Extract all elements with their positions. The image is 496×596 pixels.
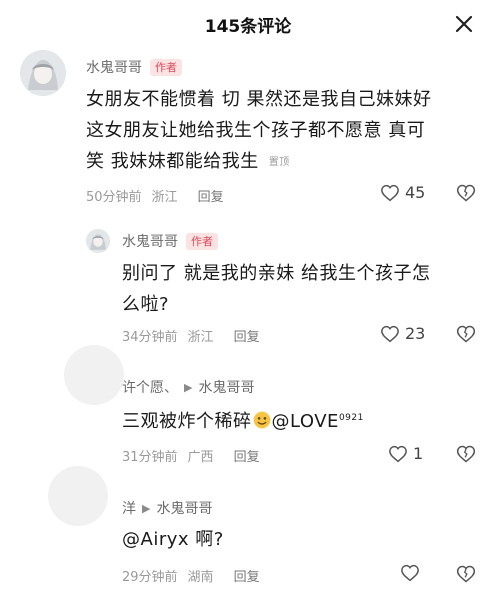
comment-time: 50分钟前 <box>86 190 142 205</box>
comment-time: 31分钟前 <box>122 450 178 465</box>
comment-text: 别问了 就是我的亲妹 给我生个孩子怎 么啦? <box>122 258 430 320</box>
comment-time: 29分钟前 <box>122 570 178 585</box>
broken-heart-icon <box>456 184 476 202</box>
author-row: 洋 ▶ 水鬼哥哥 <box>122 498 212 518</box>
comment-text-body: 三观被炸个稀碎 <box>122 411 252 432</box>
comment-line: 别问了 就是我的亲妹 给我生个孩子怎 <box>122 263 431 284</box>
broken-heart-icon <box>456 445 476 463</box>
author-row: 水鬼哥哥 作者 <box>122 231 218 251</box>
comment-meta: 34分钟前 浙江 回复 <box>122 326 260 345</box>
reply-arrow-icon: ▶ <box>142 501 151 515</box>
comment-time: 34分钟前 <box>122 330 178 345</box>
author-badge: 作者 <box>150 58 182 76</box>
like-button[interactable] <box>400 564 420 582</box>
avatar[interactable] <box>48 466 108 526</box>
broken-heart-icon <box>456 325 476 343</box>
like-button[interactable]: 23 <box>380 324 425 343</box>
dislike-button[interactable] <box>456 324 476 348</box>
reply-to-name[interactable]: 水鬼哥哥 <box>198 377 254 397</box>
comment-meta: 31分钟前 广西 回复 <box>122 446 260 465</box>
comment-text: 女朋友不能惯着 切 果然还是我自己妹妹好 这女朋友让她给我生个孩子都不愿意 真可… <box>86 84 431 178</box>
comment-text-body: @Airyx 啊? <box>122 529 224 550</box>
heart-icon <box>389 445 407 462</box>
comment-text: @Airyx 啊? <box>122 524 224 555</box>
avatar-image-icon <box>86 229 110 253</box>
comment-count-title: 145条评论 <box>204 17 292 37</box>
comment-meta: 50分钟前 浙江 回复 <box>86 186 224 205</box>
dislike-button[interactable] <box>456 183 476 207</box>
author-row: 许个愿、 ▶ 水鬼哥哥 <box>122 377 254 397</box>
comments-header: 145条评论 <box>0 0 496 46</box>
comment-line: 么啦? <box>122 294 170 315</box>
reply-to-name[interactable]: 水鬼哥哥 <box>156 498 212 518</box>
comment-line: 女朋友不能惯着 切 果然还是我自己妹妹好 <box>86 89 432 110</box>
broken-heart-icon <box>456 565 476 583</box>
heart-icon <box>381 184 399 201</box>
comment-location: 湖南 <box>187 570 214 585</box>
dislike-button[interactable] <box>456 564 476 588</box>
author-name[interactable]: 水鬼哥哥 <box>122 231 178 251</box>
dislike-button[interactable] <box>456 444 476 468</box>
comment-location: 广西 <box>187 450 214 465</box>
mention-superscript: 0921 <box>338 413 364 423</box>
author-name[interactable]: 洋 <box>122 498 136 518</box>
avatar-image-icon <box>20 50 66 96</box>
comment-meta: 29分钟前 湖南 回复 <box>122 566 260 585</box>
heart-icon <box>401 564 419 582</box>
author-name[interactable]: 水鬼哥哥 <box>86 57 142 77</box>
pinned-tag: 置顶 <box>268 156 290 168</box>
comment-location: 浙江 <box>151 190 178 205</box>
comment-line: 笑 我妹妹都能给我生 置顶 <box>86 146 431 178</box>
comment-line: 这女朋友让她给我生个孩子都不愿意 真可 <box>86 120 426 141</box>
author-name[interactable]: 许个愿、 <box>122 377 178 397</box>
reply-button[interactable]: 回复 <box>198 186 224 205</box>
like-button[interactable]: 1 <box>388 444 423 463</box>
avatar[interactable] <box>86 229 110 253</box>
author-row: 水鬼哥哥 作者 <box>86 57 182 77</box>
avatar[interactable] <box>64 345 124 405</box>
comment-line-text: 笑 我妹妹都能给我生 <box>86 151 259 172</box>
emoji-icon <box>253 411 270 429</box>
reply-arrow-icon: ▶ <box>184 380 193 394</box>
reply-button[interactable]: 回复 <box>234 446 260 465</box>
like-count: 45 <box>405 183 426 202</box>
author-badge: 作者 <box>186 232 218 250</box>
comment-text: 三观被炸个稀碎 @LOVE0921 <box>122 403 364 437</box>
reply-button[interactable]: 回复 <box>234 326 260 345</box>
avatar[interactable] <box>20 50 66 96</box>
close-icon[interactable] <box>452 12 476 36</box>
like-count: 1 <box>413 444 424 463</box>
like-count: 23 <box>405 324 426 343</box>
comment-location: 浙江 <box>187 330 214 345</box>
reply-button[interactable]: 回复 <box>234 566 260 585</box>
like-button[interactable]: 45 <box>380 183 425 202</box>
mention-link[interactable]: @LOVE <box>272 411 339 432</box>
heart-icon <box>381 325 399 342</box>
